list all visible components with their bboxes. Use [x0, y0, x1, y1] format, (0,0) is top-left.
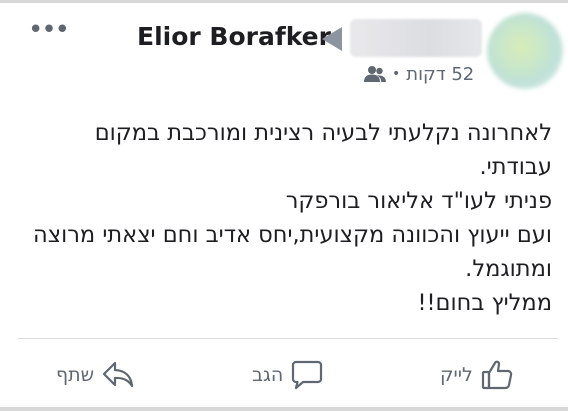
comment-button[interactable]: הגב — [252, 355, 323, 395]
post-line: ומתוגמל. — [465, 256, 552, 282]
bottom-divider — [0, 407, 568, 411]
post-line: ועם ייעוץ והכוונה מקצועית,יחס אדיב וחם י… — [33, 222, 552, 248]
author-name[interactable]: Elior Borafker — [137, 22, 331, 52]
share-icon — [102, 361, 134, 389]
post-line: עבודתי. — [479, 154, 552, 180]
post-actions: שתף הגב לייק — [0, 345, 568, 405]
like-button[interactable]: לייק — [440, 355, 513, 395]
caret-left-icon — [322, 27, 342, 51]
more-options-icon[interactable]: ••• — [28, 17, 70, 43]
comment-icon — [291, 360, 323, 390]
friends-icon — [364, 65, 386, 83]
actions-divider — [18, 338, 558, 339]
avatar[interactable] — [487, 13, 563, 89]
post-line: לאחרונה נקלעתי לבעיה רצינית ומורכבת במקו… — [94, 120, 552, 146]
share-label: שתף — [56, 364, 95, 386]
post-meta: • 52 דקות — [364, 62, 474, 86]
post-time[interactable]: 52 דקות — [406, 64, 474, 85]
like-label: לייק — [440, 364, 473, 386]
meta-separator: • — [392, 66, 401, 82]
share-button[interactable]: שתף — [56, 355, 134, 395]
comment-label: הגב — [252, 364, 284, 386]
like-icon — [481, 359, 513, 391]
post-body: לאחרונה נקלעתי לבעיה רצינית ומורכבת במקו… — [12, 116, 552, 320]
blurred-recipient-name[interactable] — [350, 19, 482, 57]
post-header: ••• Elior Borafker • 52 דקות — [0, 0, 568, 100]
post-line: פניתי לעו"ד אליאור בורפקר — [285, 188, 552, 214]
post-line: ממליץ בחום!! — [417, 290, 552, 316]
